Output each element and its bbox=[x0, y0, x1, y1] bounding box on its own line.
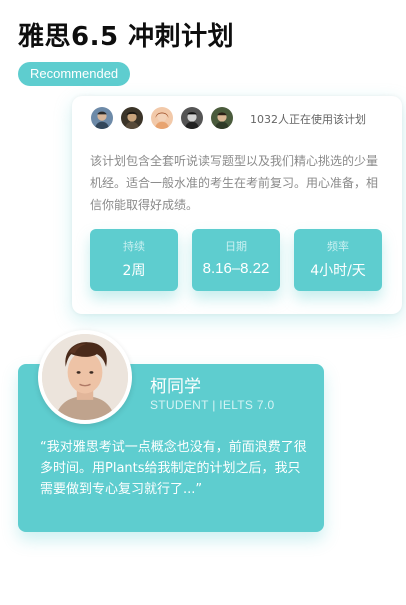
testimonial-quote: “我对雅思考试一点概念也没有，前面浪费了很多时间。用Plants给我制定的计划之… bbox=[40, 440, 307, 497]
active-users-count: 1032人正在使用该计划 bbox=[250, 113, 366, 126]
stat-value: 2周 bbox=[122, 263, 146, 279]
user-avatar-icon bbox=[150, 106, 174, 130]
stat-date: 日期 8.16–8.22 bbox=[192, 229, 280, 291]
reviewer-avatar bbox=[38, 330, 132, 424]
plan-card[interactable]: 1032人正在使用该计划 该计划包含全套听说读写题型以及我们精心挑选的少量机经。… bbox=[72, 96, 402, 314]
stat-label: 日期 bbox=[225, 240, 247, 253]
stat-duration: 持续 2周 bbox=[90, 229, 178, 291]
plan-description: 该计划包含全套听说读写题型以及我们精心挑选的少量机经。适合一般水准的考生在考前复… bbox=[90, 154, 379, 212]
stat-label: 频率 bbox=[327, 240, 349, 253]
stat-value: 4小时/天 bbox=[310, 263, 366, 279]
stat-value: 8.16–8.22 bbox=[202, 260, 270, 277]
stat-label: 持续 bbox=[123, 240, 145, 253]
stat-frequency: 频率 4小时/天 bbox=[294, 229, 382, 291]
reviewer-role: STUDENT | IELTS 7.0 bbox=[150, 398, 274, 412]
user-avatar-icon bbox=[90, 106, 114, 130]
reviewer-title: STUDENT bbox=[150, 398, 213, 412]
page-title: 雅思6.5 冲刺计划 bbox=[18, 22, 235, 52]
reviewer-score: IELTS 7.0 bbox=[219, 398, 275, 412]
user-avatar-icon bbox=[120, 106, 144, 130]
recommended-badge: Recommended bbox=[18, 62, 131, 86]
user-avatar-icon bbox=[210, 106, 234, 130]
portrait-icon bbox=[42, 334, 128, 420]
user-avatar-icon bbox=[180, 106, 204, 130]
reviewer-name: 柯同学 bbox=[150, 377, 201, 397]
